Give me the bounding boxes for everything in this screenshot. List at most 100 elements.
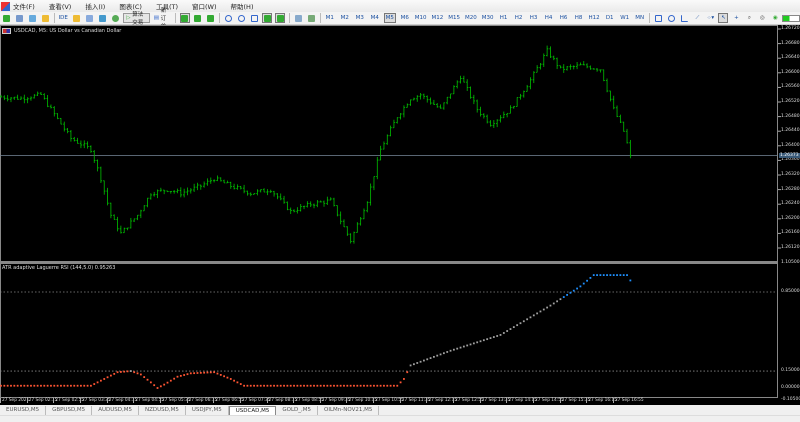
ohlc-bar [336,205,339,217]
ohlc-bar [3,95,6,101]
timeframe-mn[interactable]: MN [634,13,646,23]
timeframe-m30[interactable]: M30 [481,13,495,23]
candlestick-button[interactable] [193,13,203,23]
ohlc-bar [346,226,349,236]
indicators-button[interactable] [293,13,303,23]
zoom-in-button[interactable] [223,13,233,23]
ohlc-bar [525,84,529,92]
indicator-dot [76,384,79,387]
triangle-tool-button[interactable] [679,13,689,23]
timeframe-m6[interactable]: M6 [399,13,411,23]
indicator-dot [276,384,279,387]
gear-icon: ◎ [760,15,765,21]
templates-button[interactable] [28,13,38,23]
chart-tab[interactable]: OILMn-NOV21,M5 [318,406,380,415]
indicator-axis-label: 1.105000 [781,260,800,266]
timeframe-m10[interactable]: M10 [414,13,428,23]
indicator-dot [56,384,59,387]
chart-tab[interactable]: EURUSD,M5 [0,406,47,415]
autoscroll-button[interactable] [262,13,273,23]
cursor-tool-button[interactable]: ↖ [718,13,729,23]
timeframe-w1[interactable]: W1 [619,13,631,23]
objects-button[interactable] [306,13,316,23]
trendline-tool-button[interactable]: ⟋ [692,13,702,23]
timeframe-m5[interactable]: M5 [383,13,396,23]
price-axis-label: 1.26640 [781,55,800,61]
timeframe-m2[interactable]: M2 [339,13,351,23]
timeframe-m3[interactable]: M3 [354,13,366,23]
timeframe-d1[interactable]: D1 [604,13,616,23]
new-chart-button[interactable] [2,13,12,23]
ohlc-bar [6,95,9,102]
timeframe-m15[interactable]: M15 [447,13,461,23]
indicator-dot [406,371,409,374]
shapes-tool-button[interactable]: ⁘▾ [705,13,715,23]
chart-shift-button[interactable] [275,13,286,23]
indicator-dot [552,302,555,305]
search-button[interactable]: ⌕ [744,13,754,23]
ide-button[interactable]: IDE [58,13,68,23]
rectangle-tool-button[interactable] [653,13,663,23]
chart-tab[interactable]: AUDUSD,M5 [92,406,139,415]
ohlc-bar [206,178,209,186]
menu-file[interactable]: 文件(F) [13,1,35,11]
timeframe-h1[interactable]: H1 [498,13,510,23]
zoom-out-button[interactable] [236,13,246,23]
lock-button[interactable] [71,13,81,23]
menu-view[interactable]: 查看(V) [49,1,72,11]
line-chart-button[interactable] [206,13,216,23]
profiles-button[interactable] [41,13,51,23]
timeframe-h3[interactable]: H3 [528,13,540,23]
timeframe-h6[interactable]: H6 [558,13,570,23]
crosshair-tool-button[interactable]: + [731,13,741,23]
vps-button[interactable] [97,13,107,23]
chart-tab[interactable]: GBPUSD,M5 [46,406,93,415]
chart-window[interactable]: USDCAD, M5: US Dollar vs Canadian Dollar… [0,25,800,405]
line-icon [207,14,215,22]
ohlc-bar [186,187,189,196]
timeframe-h12[interactable]: H12 [588,13,601,23]
timeframe-h4[interactable]: H4 [543,13,555,23]
chart-type-button[interactable] [15,13,25,23]
signal-strength-button[interactable]: ◉ [770,13,780,23]
ohlc-bar [396,117,399,124]
menu-help[interactable]: 帮助(H) [231,1,254,11]
timeframe-m4[interactable]: M4 [369,13,381,23]
dollar-icon [42,14,49,22]
ohlc-bar [219,177,222,182]
chart-tab[interactable]: NZDUSD,M5 [139,406,186,415]
market-button[interactable] [110,13,120,23]
algo-trading-button[interactable]: ▷ 算法交易 [123,12,150,26]
bar-chart-button[interactable] [179,13,190,23]
ohlc-bar [512,105,516,109]
ohlc-bar [555,57,559,70]
indicator-axis-label: 0.000000 [781,385,800,390]
menu-insert[interactable]: 插入(I) [85,1,105,11]
settings-button[interactable]: ◎ [757,13,767,23]
ohlc-bar [136,214,139,221]
timeframe-m1[interactable]: M1 [324,13,336,23]
grid-button[interactable] [249,13,259,23]
timeframe-h8[interactable]: H8 [573,13,585,23]
indicator-dot [449,349,452,352]
ellipse-tool-button[interactable] [666,13,676,23]
chart-tab[interactable]: USDJPY,M5 [186,406,229,415]
indicator-dot [96,381,99,384]
signals-button[interactable] [84,13,94,23]
timeframe-m20[interactable]: M20 [464,13,478,23]
new-order-button[interactable]: ▤ 新订单 [153,8,172,30]
menu-window[interactable]: 窗口(W) [192,1,217,11]
chart-tab[interactable]: USDCAD,M5 [228,406,277,415]
indicator-dot [429,357,432,359]
ohlc-bar [16,94,19,100]
timeframe-h2[interactable]: H2 [513,13,525,23]
ohlc-bar [49,104,53,109]
timeframe-m12[interactable]: M12 [431,13,445,23]
chart-canvas[interactable] [0,25,800,405]
indicator-dot [279,384,282,387]
ohlc-bar [189,188,193,194]
ohlc-bar [349,233,352,244]
indicator-dot [43,384,46,387]
chart-tab[interactable]: GOLD_,M5 [276,406,319,415]
indicator-dot [619,274,622,276]
